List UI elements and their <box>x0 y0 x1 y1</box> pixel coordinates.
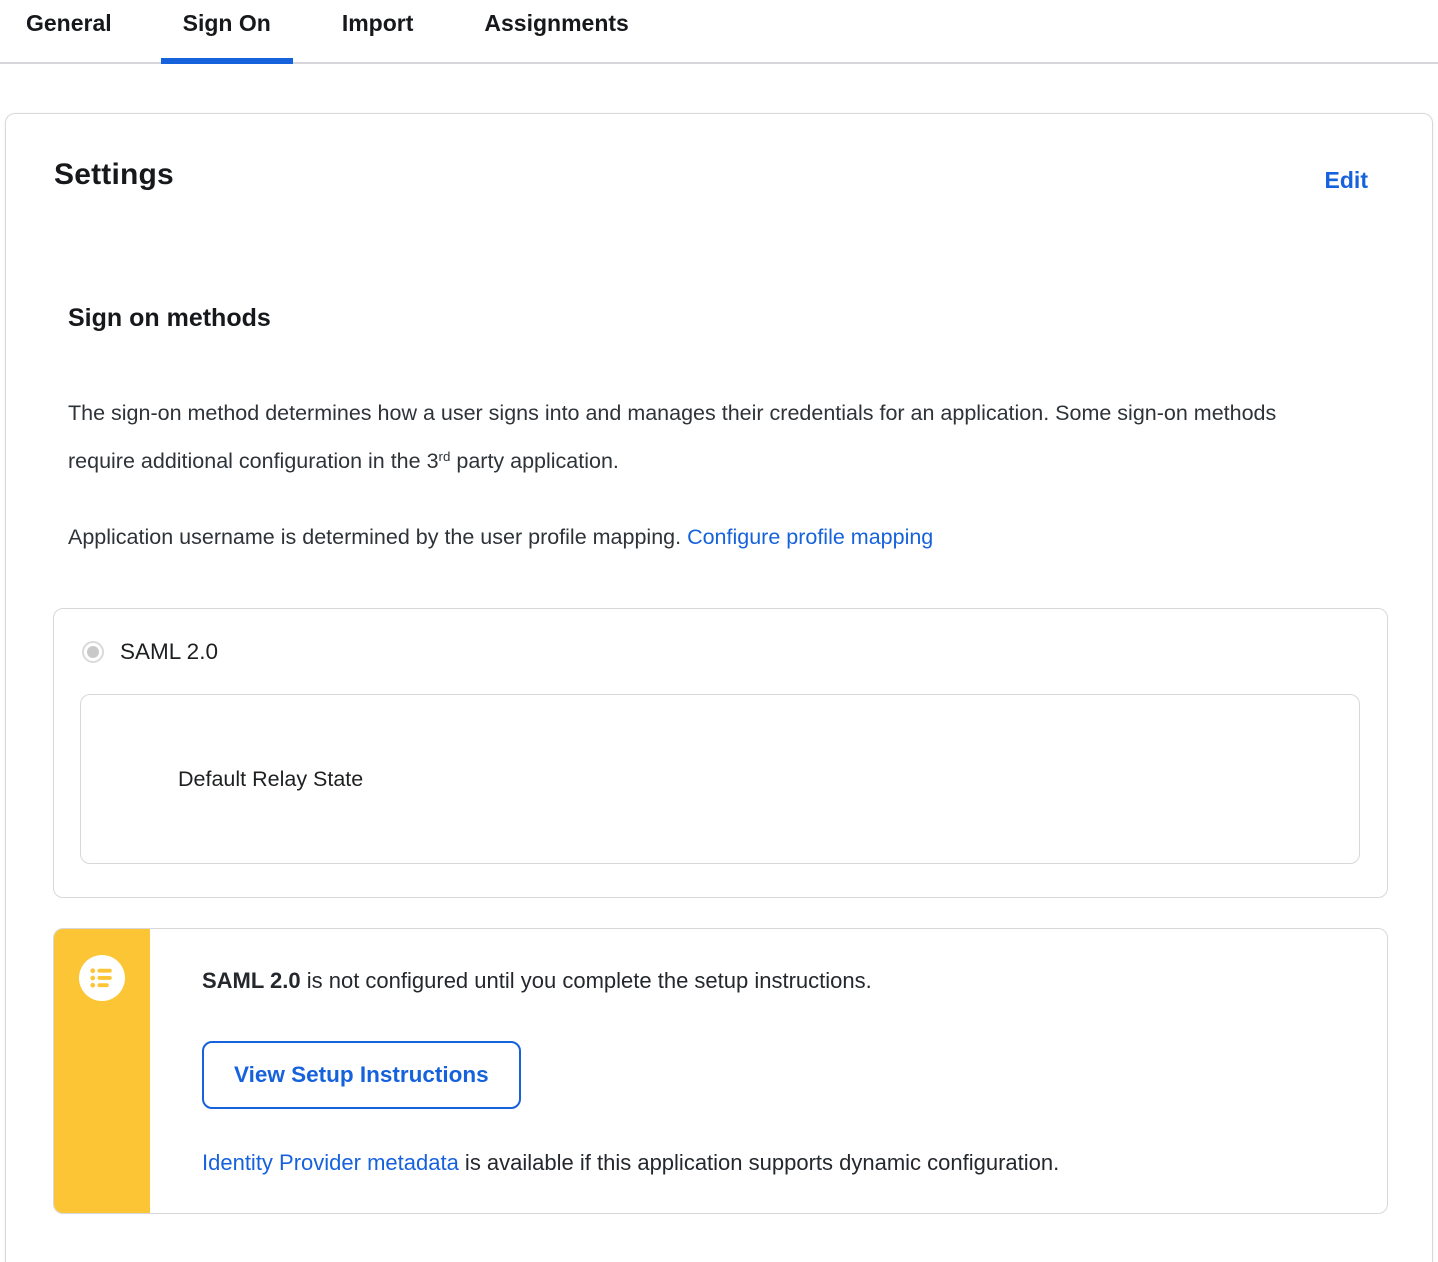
identity-provider-metadata-link[interactable]: Identity Provider metadata <box>202 1150 459 1175</box>
settings-card: Settings Edit Sign on methods The sign-o… <box>5 113 1433 1262</box>
metadata-note: Identity Provider metadata is available … <box>202 1147 1347 1179</box>
username-note-text: Application username is determined by th… <box>68 525 688 549</box>
default-relay-state-label: Default Relay State <box>178 766 364 791</box>
view-setup-instructions-button[interactable]: View Setup Instructions <box>202 1041 521 1109</box>
callout-message: SAML 2.0 is not configured until you com… <box>202 965 1347 997</box>
description-text-end: party application. <box>450 449 619 473</box>
tab-bar: General Sign On Import Assignments <box>0 0 1438 64</box>
saml-radio-label: SAML 2.0 <box>120 639 218 664</box>
callout-message-bold: SAML 2.0 <box>202 968 301 993</box>
tab-assignments[interactable]: Assignments <box>462 0 650 46</box>
sign-on-methods-heading: Sign on methods <box>68 304 271 332</box>
metadata-note-rest: is available if this application support… <box>458 1150 1060 1175</box>
tab-import[interactable]: Import <box>320 0 436 46</box>
default-relay-state-box: Default Relay State <box>80 694 1360 864</box>
configure-profile-mapping-link[interactable]: Configure profile mapping <box>687 525 933 549</box>
edit-link[interactable]: Edit <box>1325 167 1368 194</box>
list-icon-glyph <box>90 968 112 988</box>
saml-radio-row: SAML 2.0 <box>54 609 1387 665</box>
description-text: The sign-on method determines how a user… <box>68 401 1277 473</box>
settings-title: Settings <box>54 158 174 191</box>
settings-card-header: Settings Edit <box>6 114 1432 194</box>
saml-method-box: SAML 2.0 Default Relay State <box>53 608 1388 898</box>
description-superscript: rd <box>438 448 451 464</box>
tab-sign-on[interactable]: Sign On <box>160 0 294 64</box>
tab-general[interactable]: General <box>4 0 134 46</box>
list-icon <box>79 955 125 1001</box>
callout-content: SAML 2.0 is not configured until you com… <box>150 929 1387 1213</box>
callout-message-rest: is not configured until you complete the… <box>300 968 872 993</box>
sign-on-description: The sign-on method determines how a user… <box>6 389 1306 488</box>
saml-radio[interactable] <box>82 641 104 663</box>
username-note: Application username is determined by th… <box>6 513 1432 561</box>
saml-setup-callout: SAML 2.0 is not configured until you com… <box>53 928 1388 1214</box>
callout-accent-bar <box>54 929 150 1213</box>
